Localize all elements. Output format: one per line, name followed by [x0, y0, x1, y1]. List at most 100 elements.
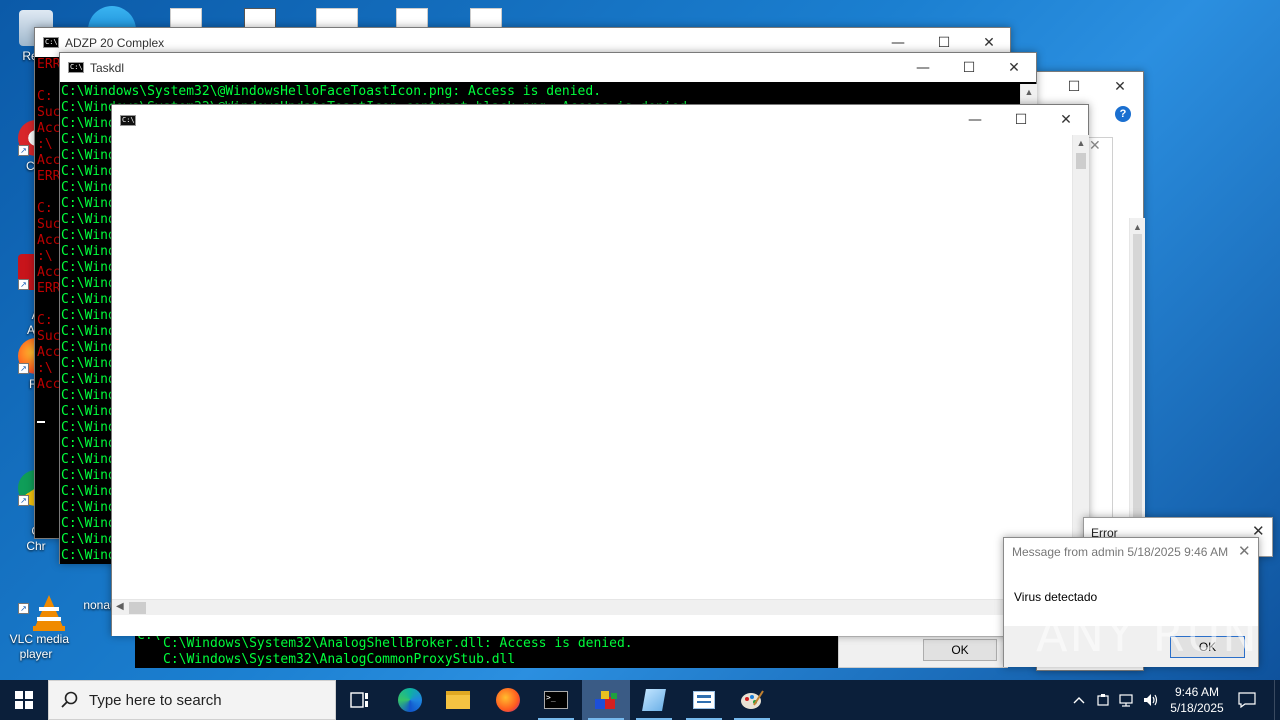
- notepad-icon: [642, 689, 666, 711]
- console-line: C:: [37, 313, 53, 328]
- network-icon: [1119, 694, 1133, 707]
- notification-icon: [1238, 692, 1256, 708]
- window-bottom-strip: [112, 617, 1088, 636]
- start-button[interactable]: [0, 680, 48, 720]
- close-button[interactable]: ✕: [991, 53, 1037, 82]
- vlc-icon: ↗: [18, 578, 66, 631]
- tray-device-icon[interactable]: [1092, 680, 1114, 720]
- taskbar-file-explorer[interactable]: [434, 680, 482, 720]
- ok-button[interactable]: OK: [923, 639, 997, 661]
- cmd-icon: >_: [544, 691, 568, 709]
- console-line: :\: [37, 137, 53, 152]
- console-line: ERR: [37, 57, 61, 72]
- console-line: :\: [37, 249, 53, 264]
- scroll-thumb[interactable]: [1076, 153, 1086, 169]
- maximize-button[interactable]: ☐: [998, 105, 1044, 134]
- scroll-up-arrow[interactable]: ▲: [1073, 138, 1089, 148]
- adzp-console-output: ERR C: Suc Acc:\ Acc ERR C: Suc Acc:\ Acc ERR C:…: [35, 57, 61, 538]
- cmd-icon: C:\: [43, 37, 59, 48]
- windows-logo-icon: [15, 691, 33, 709]
- console-line: C:: [37, 89, 53, 104]
- console-line: :\: [37, 361, 53, 376]
- minimize-button[interactable]: —: [900, 53, 946, 82]
- console-line: Acc: [37, 265, 61, 280]
- cmd-icon: C:\: [120, 114, 136, 126]
- help-icon[interactable]: ?: [1115, 106, 1131, 122]
- maximize-button[interactable]: ☐: [1051, 72, 1097, 101]
- message-dialog-body: Virus detectado: [1014, 590, 1098, 604]
- task-view-icon: [350, 692, 368, 708]
- window-title: ADZP 20 Complex: [65, 35, 165, 50]
- taskbar-cmd[interactable]: >_: [532, 680, 580, 720]
- taskdl-titlebar[interactable]: C:\ Taskdl: [60, 53, 1036, 82]
- console-line: Acc: [37, 233, 61, 248]
- search-icon: [61, 691, 78, 708]
- close-icon[interactable]: ✕: [1089, 137, 1101, 154]
- taskbar-edge[interactable]: [386, 680, 434, 720]
- taskbar-malware-app[interactable]: [582, 680, 630, 720]
- ok-button[interactable]: OK: [1170, 636, 1245, 658]
- task-view-button[interactable]: [336, 680, 384, 720]
- volume-icon: [1144, 694, 1158, 706]
- console-line: C:\Windows\System32\@WindowsHelloFaceToa…: [61, 84, 602, 99]
- scroll-left-arrow[interactable]: ◀: [116, 601, 124, 612]
- cmd-icon: C:\: [68, 62, 84, 73]
- search-placeholder: Type here to search: [89, 691, 222, 709]
- edge-icon: [398, 688, 422, 712]
- window-title: Taskdl: [90, 60, 125, 75]
- maximize-button[interactable]: ☐: [946, 53, 992, 82]
- action-center-button[interactable]: [1232, 680, 1262, 720]
- scroll-up-arrow[interactable]: ▲: [1021, 87, 1037, 97]
- close-button[interactable]: ✕: [1097, 72, 1143, 101]
- taskbar-firefox[interactable]: [484, 680, 532, 720]
- console-line: Acc: [37, 345, 61, 360]
- blank-console-window[interactable]: C:\ — ☐ ✕ ▲ ◀: [111, 104, 1089, 636]
- background-dialog: OK: [838, 636, 1008, 668]
- show-hidden-icons-chevron[interactable]: [1070, 680, 1088, 720]
- console-line: Acc: [37, 153, 61, 168]
- console-cursor: [37, 421, 45, 423]
- console-line: Acc: [37, 377, 61, 392]
- clock-time: 9:46 AM: [1174, 685, 1220, 699]
- show-desktop-button[interactable]: [1274, 680, 1280, 720]
- console-line: C:\Windows\System32\AnalogShellBroker.dl…: [163, 636, 633, 651]
- taskbar-paint[interactable]: [728, 680, 776, 720]
- tray-volume-icon[interactable]: [1140, 680, 1162, 720]
- console-line: Suc: [37, 105, 61, 120]
- console-line: C:: [37, 201, 53, 216]
- desktop-icon-vlc[interactable]: ↗ VLC media player: [0, 548, 72, 662]
- bottom-console-output: C:\Windows\System32\AnalogShellBroker.dl…: [163, 636, 839, 668]
- colored-blocks-icon: [595, 691, 617, 709]
- horizontal-scrollbar[interactable]: ◀: [112, 599, 1072, 615]
- window-icon: [693, 691, 715, 709]
- message-dialog[interactable]: Message from admin 5/18/2025 9:46 AM ✕ V…: [1003, 537, 1259, 667]
- scroll-up-arrow[interactable]: ▲: [1130, 222, 1145, 232]
- blank-titlebar[interactable]: C:\: [112, 105, 1088, 135]
- taskbar-search-box[interactable]: Type here to search: [48, 680, 336, 720]
- console-line: ERR: [37, 281, 61, 296]
- paint-palette-icon: [741, 690, 764, 709]
- device-icon: [1097, 694, 1109, 706]
- taskbar: Type here to search >_ 9:46 AM 5/18/2025: [0, 680, 1280, 720]
- scroll-thumb[interactable]: [1133, 234, 1142, 524]
- message-dialog-title: Message from admin 5/18/2025 9:46 AM: [1012, 545, 1229, 559]
- taskbar-window-app[interactable]: [680, 680, 728, 720]
- chevron-up-icon: [1073, 697, 1085, 704]
- console-line: Acc: [37, 121, 61, 136]
- console-line: ERR: [37, 169, 61, 184]
- taskbar-clock[interactable]: 9:46 AM 5/18/2025: [1164, 680, 1230, 720]
- close-button[interactable]: ✕: [1043, 105, 1089, 134]
- clock-date: 5/18/2025: [1170, 701, 1224, 715]
- console-line: Suc: [37, 329, 61, 344]
- folder-icon: [446, 691, 470, 709]
- minimize-button[interactable]: —: [952, 105, 998, 134]
- scroll-thumb[interactable]: [129, 602, 146, 614]
- tray-network-icon[interactable]: [1116, 680, 1138, 720]
- taskbar-notepad[interactable]: [630, 680, 678, 720]
- console-line: C:\Windows\System32\AnalogCommonProxyStu…: [163, 652, 516, 667]
- close-icon[interactable]: ✕: [1238, 542, 1251, 560]
- firefox-icon: [496, 688, 520, 712]
- console-line: Suc: [37, 217, 61, 232]
